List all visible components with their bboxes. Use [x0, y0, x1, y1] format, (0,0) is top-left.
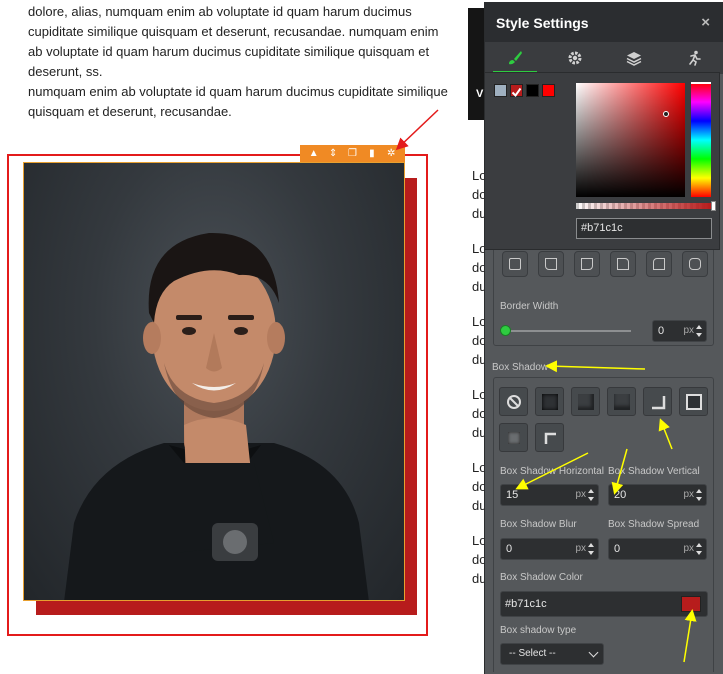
panel-title: Style Settings: [496, 15, 589, 31]
border-width-slider-track[interactable]: [505, 330, 631, 332]
settings-icon[interactable]: ✲: [384, 145, 398, 162]
shadow-horizontal-label: Box Shadow Horizontal: [500, 466, 604, 477]
chevron-down-icon: [588, 647, 599, 658]
hex-color-input[interactable]: #b71c1c: [576, 218, 712, 239]
unit-label: px: [683, 543, 694, 554]
tab-brush[interactable]: [485, 42, 545, 74]
shadow-vertical-label: Box Shadow Vertical: [608, 466, 700, 477]
shadow-horizontal-input[interactable]: 15 px: [500, 484, 599, 506]
border-width-value: 0: [658, 325, 665, 337]
shadow-spread-input[interactable]: 0 px: [608, 538, 707, 560]
color-preset-swatch[interactable]: [542, 84, 555, 97]
shadow-vertical-value: 20: [614, 489, 627, 501]
delete-icon[interactable]: ▮: [365, 145, 379, 162]
body-paragraph: dolore, alias, numquam enim ab voluptate…: [28, 4, 439, 79]
move-vertical-icon[interactable]: ⇕: [326, 145, 340, 162]
shadow-preview-icon: [541, 393, 558, 410]
radius-option[interactable]: [646, 251, 672, 277]
unit-label: px: [575, 489, 586, 500]
shadow-top-left-button[interactable]: [535, 423, 564, 452]
corner-top-left-icon: [544, 432, 556, 444]
shadow-blur-label: Box Shadow Blur: [500, 519, 577, 530]
portrait-image[interactable]: [23, 162, 405, 601]
border-width-label: Border Width: [500, 301, 559, 312]
body-paragraph: numquam enim ab voluptate id quam harum …: [28, 84, 448, 119]
shadow-horizontal-value: 15: [506, 489, 519, 501]
shadow-inset-corner-button[interactable]: [571, 387, 600, 416]
radius-option[interactable]: [610, 251, 636, 277]
shadow-none-button[interactable]: [499, 387, 528, 416]
shadow-type-label: Box shadow type: [500, 625, 577, 636]
running-figure-icon: [689, 50, 701, 66]
alpha-slider[interactable]: [576, 203, 711, 209]
tab-animation[interactable]: [664, 42, 723, 74]
stepper-icon[interactable]: [696, 542, 703, 556]
layers-icon: [627, 52, 642, 66]
shadow-preview-icon: [577, 393, 594, 410]
shadow-type-selected: -- Select --: [509, 648, 556, 659]
move-up-icon[interactable]: ▲: [307, 145, 321, 162]
hue-slider-handle[interactable]: [691, 82, 711, 84]
shadow-blur-value: 0: [506, 543, 513, 555]
duplicate-icon[interactable]: ❐: [345, 145, 359, 162]
close-icon[interactable]: ×: [701, 14, 710, 31]
color-selector-handle[interactable]: [663, 111, 669, 117]
tab-settings[interactable]: [545, 42, 605, 74]
shadow-color-label: Box Shadow Color: [500, 572, 583, 583]
unit-label: px: [683, 325, 694, 336]
color-preset-swatch[interactable]: [494, 84, 507, 97]
shadow-bottom-right-button[interactable]: [643, 387, 672, 416]
shadow-inset-bottom-button[interactable]: [607, 387, 636, 416]
shadow-type-select[interactable]: -- Select --: [500, 643, 604, 665]
stepper-icon[interactable]: [588, 488, 595, 502]
border-width-input[interactable]: 0 px: [652, 320, 707, 342]
stepper-icon[interactable]: [696, 324, 703, 338]
box-shadow-section-label: Box Shadow: [492, 362, 549, 373]
corner-bottom-right-icon: [651, 395, 665, 409]
gear-icon: [568, 51, 582, 65]
color-preset-swatch-selected[interactable]: [510, 84, 523, 98]
shadow-preview-icon: [507, 431, 520, 444]
shadow-preview-icon: [613, 393, 630, 410]
shadow-outline-button[interactable]: [679, 387, 708, 416]
panel-header: Style Settings ×: [485, 2, 723, 42]
radius-option[interactable]: [502, 251, 528, 277]
panel-tabs: [485, 42, 723, 74]
portrait-photo: [64, 232, 369, 600]
shadow-color-value: #b71c1c: [505, 598, 547, 610]
unit-label: px: [683, 489, 694, 500]
brush-icon: [508, 51, 522, 65]
image-toolbar: ▲ ⇕ ❐ ▮ ✲: [300, 145, 405, 162]
hue-slider[interactable]: [691, 83, 711, 197]
tab-layers[interactable]: [605, 42, 665, 74]
saturation-value-area[interactable]: [576, 83, 685, 197]
stepper-icon[interactable]: [696, 488, 703, 502]
border-width-slider-handle[interactable]: [500, 325, 511, 336]
border-radius-presets: [502, 251, 708, 277]
shadow-inset-all-button[interactable]: [535, 387, 564, 416]
stepper-icon[interactable]: [588, 542, 595, 556]
checkmark-icon: [511, 87, 522, 98]
ban-icon: [506, 394, 521, 409]
alpha-slider-handle[interactable]: [711, 201, 716, 211]
shadow-color-swatch[interactable]: [681, 596, 701, 612]
color-preset-swatch[interactable]: [526, 84, 539, 97]
square-outline-icon: [685, 393, 702, 410]
shadow-vertical-input[interactable]: 20 px: [608, 484, 707, 506]
radius-option[interactable]: [574, 251, 600, 277]
radius-option[interactable]: [682, 251, 708, 277]
shadow-color-input[interactable]: #b71c1c: [500, 591, 708, 617]
background-block-letter: V: [476, 88, 484, 100]
shadow-inset-small-button[interactable]: [499, 423, 528, 452]
radius-option[interactable]: [538, 251, 564, 277]
color-picker-popup: #b71c1c: [484, 72, 720, 250]
shadow-spread-label: Box Shadow Spread: [608, 519, 700, 530]
unit-label: px: [575, 543, 586, 554]
shadow-spread-value: 0: [614, 543, 621, 555]
shadow-blur-input[interactable]: 0 px: [500, 538, 599, 560]
